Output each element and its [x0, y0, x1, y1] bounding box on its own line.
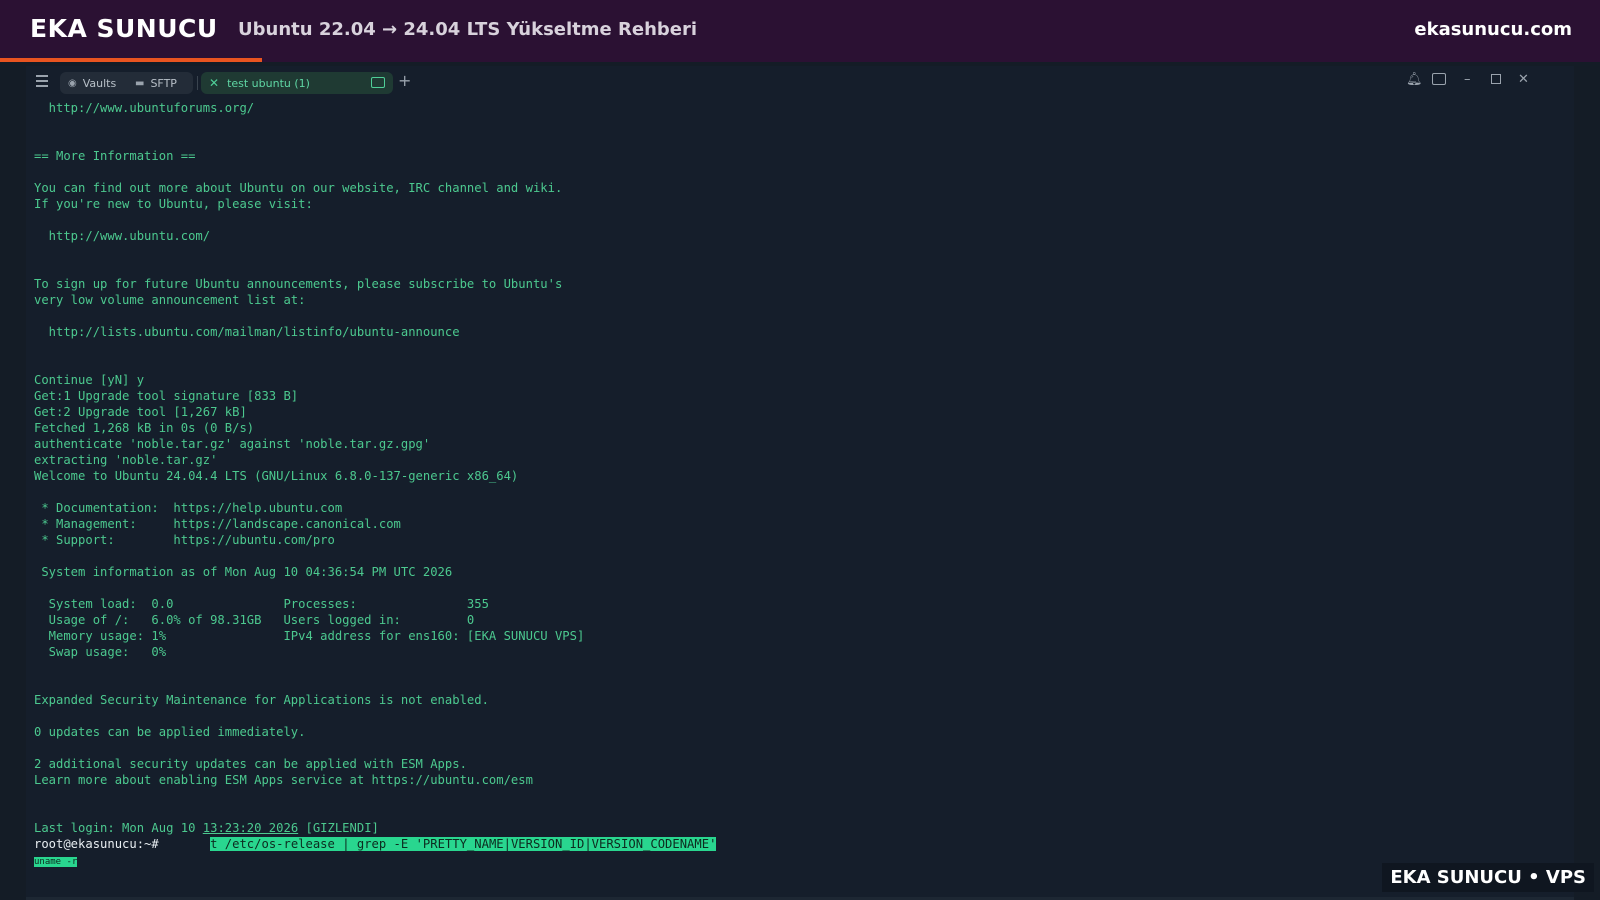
terminal-line: Get:1 Upgrade tool signature [833 B] — [34, 389, 299, 403]
terminal-line: http://lists.ubuntu.com/mailman/listinfo… — [34, 325, 460, 339]
brand-logo: EKA SUNUCU — [30, 14, 218, 43]
banner-accent-bar — [0, 58, 262, 62]
terminal-line: You can find out more about Ubuntu on ou… — [34, 181, 563, 195]
terminal-line: http://www.ubuntuforums.org/ — [34, 101, 255, 115]
terminal-line: 0 updates can be applied immediately. — [34, 725, 306, 739]
folder-icon: ▬ — [135, 77, 145, 89]
tab-separator — [197, 76, 198, 90]
terminal-line: extracting 'noble.tar.gz' — [34, 453, 218, 467]
tab-sftp[interactable]: ▬ SFTP — [127, 72, 193, 94]
banner-site: ekasunucu.com — [1414, 19, 1572, 40]
terminal-line: Usage of /: 6.0% of 98.31GB Users logged… — [34, 613, 475, 627]
restore-icon[interactable] — [1491, 74, 1501, 84]
prompt-line[interactable]: root@ekasunucu:~# t /etc/os-release | gr… — [34, 836, 1564, 852]
terminal-line: Memory usage: 1% IPv4 address for ens160… — [34, 629, 585, 643]
last-login-prefix: Last login: Mon Aug 10 — [34, 821, 203, 835]
terminal-line: Continue [yN] y — [34, 373, 145, 387]
tab-sftp-label: SFTP — [150, 76, 177, 90]
typed-command: t /etc/os-release | grep -E 'PRETTY_NAME… — [210, 837, 717, 851]
tab-test-ubuntu[interactable]: ✕ test ubuntu (1) — [201, 72, 393, 94]
terminal-line: System load: 0.0 Processes: 355 — [34, 597, 489, 611]
last-login-line: Last login: Mon Aug 10 13:23:20 2026 [GI… — [34, 820, 1564, 836]
close-tab-icon[interactable]: ✕ — [209, 76, 219, 90]
terminal-line: System information as of Mon Aug 10 04:3… — [34, 565, 453, 579]
shell-prompt: root@ekasunucu:~# — [34, 837, 159, 851]
terminal-line: very low volume announcement list at: — [34, 293, 306, 307]
output-line: uname -r — [34, 852, 1564, 870]
command-output-fragment: uname -r — [34, 857, 78, 867]
terminal-output[interactable]: http://www.ubuntuforums.org/ == More Inf… — [34, 100, 1564, 870]
minimize-icon[interactable]: – — [1464, 72, 1471, 87]
last-login-time: 13:23:20 2026 — [202, 821, 299, 835]
banner-title: Ubuntu 22.04 → 24.04 LTS Yükseltme Rehbe… — [238, 19, 698, 40]
bell-icon[interactable]: 🔔︎ — [1406, 72, 1423, 87]
terminal-line: * Documentation: https://help.ubuntu.com — [34, 501, 343, 515]
terminal-icon — [371, 77, 385, 88]
terminal-line: * Support: https://ubuntu.com/pro — [34, 533, 335, 547]
tab-bar: ◉ Vaults ▬ SFTP ✕ test ubuntu (1) + 🔔︎ –… — [26, 66, 1574, 100]
hamburger-menu-icon[interactable] — [36, 75, 48, 87]
terminal-window: ◉ Vaults ▬ SFTP ✕ test ubuntu (1) + 🔔︎ –… — [26, 66, 1574, 900]
terminal-line: Welcome to Ubuntu 24.04.4 LTS (GNU/Linux… — [34, 469, 519, 483]
terminal-line: * Management: https://landscape.canonica… — [34, 517, 401, 531]
terminal-line: Get:2 Upgrade tool [1,267 kB] — [34, 405, 247, 419]
terminal-line: authenticate 'noble.tar.gz' against 'nob… — [34, 437, 431, 451]
vault-icon: ◉ — [68, 77, 77, 89]
terminal-line: Fetched 1,268 kB in 0s (0 B/s) — [34, 421, 255, 435]
watermark: EKA SUNUCU • VPS — [1382, 863, 1594, 892]
terminal-line: Expanded Security Maintenance for Applic… — [34, 693, 489, 707]
terminal-line: == More Information == — [34, 149, 196, 163]
terminal-line: http://www.ubuntu.com/ — [34, 229, 211, 243]
terminal-line: If you're new to Ubuntu, please visit: — [34, 197, 313, 211]
tab-vaults-label: Vaults — [82, 76, 117, 90]
split-view-icon[interactable] — [1432, 73, 1446, 85]
new-tab-icon[interactable]: + — [398, 71, 411, 90]
terminal-line: Swap usage: 0% — [34, 645, 167, 659]
terminal-line: To sign up for future Ubuntu announcemen… — [34, 277, 563, 291]
tab-active-label: test ubuntu (1) — [227, 76, 310, 90]
terminal-line: 2 additional security updates can be app… — [34, 757, 467, 771]
top-banner: EKA SUNUCU Ubuntu 22.04 → 24.04 LTS Yüks… — [0, 0, 1600, 62]
terminal-line: Learn more about enabling ESM Apps servi… — [34, 773, 533, 787]
close-window-icon[interactable]: ✕ — [1518, 72, 1529, 87]
last-login-hidden: [GIZLENDI] — [298, 821, 379, 835]
